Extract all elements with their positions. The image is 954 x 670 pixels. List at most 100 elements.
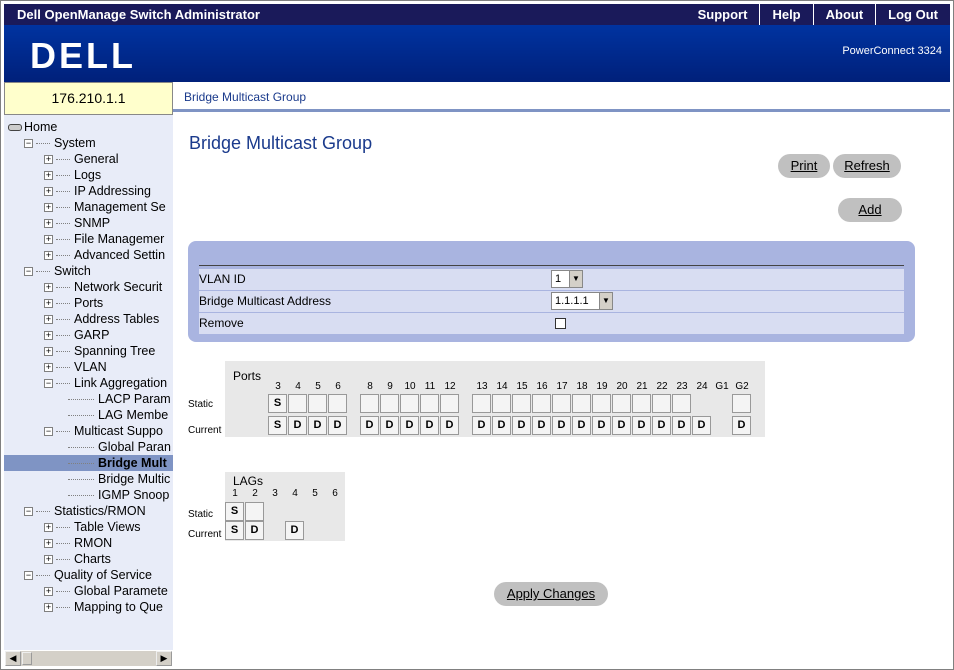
expand-icon[interactable]: + — [44, 603, 53, 613]
remove-checkbox[interactable] — [555, 318, 566, 329]
expand-icon[interactable]: + — [44, 187, 53, 197]
collapse-icon[interactable]: − — [44, 379, 53, 389]
home-icon — [8, 124, 22, 132]
apply-changes-button[interactable]: Apply Changes — [494, 582, 608, 606]
lag-number: 4 — [292, 488, 298, 499]
port-static-cell[interactable] — [512, 394, 531, 413]
port-static-cell[interactable] — [552, 394, 571, 413]
port-static-cell[interactable]: S — [268, 394, 287, 413]
port-static-cell[interactable] — [328, 394, 347, 413]
port-static-cell[interactable] — [288, 394, 307, 413]
expand-icon[interactable]: + — [44, 555, 53, 565]
tree-connector — [56, 207, 70, 209]
expand-icon[interactable]: + — [44, 523, 53, 533]
tree-connector — [56, 543, 70, 545]
port-static-cell[interactable] — [420, 394, 439, 413]
tree-item-label: VLAN — [74, 360, 107, 374]
lag-number: 6 — [332, 488, 338, 499]
expand-icon[interactable]: + — [44, 219, 53, 229]
expand-icon[interactable]: + — [44, 283, 53, 293]
tree-item-label: SNMP — [74, 216, 111, 230]
expand-icon[interactable]: + — [44, 315, 53, 325]
port-number: 24 — [696, 381, 708, 392]
port-static-cell[interactable] — [472, 394, 491, 413]
lag-current-cell: S — [225, 521, 244, 540]
collapse-icon[interactable]: − — [24, 139, 33, 149]
tree-item-label: Bridge Mult — [98, 456, 167, 470]
expand-icon[interactable]: + — [44, 235, 53, 245]
port-static-cell[interactable] — [492, 394, 511, 413]
expand-icon[interactable]: + — [44, 299, 53, 309]
port-current-cell: D — [440, 416, 459, 435]
expand-icon[interactable]: + — [44, 171, 53, 181]
port-current-cell: D — [652, 416, 671, 435]
tree-connector — [36, 271, 50, 273]
expand-icon[interactable]: + — [44, 347, 53, 357]
collapse-icon[interactable]: − — [24, 507, 33, 517]
tree-horizontal-scrollbar[interactable]: ◀ ▶ — [4, 650, 173, 667]
port-number: 14 — [496, 381, 508, 392]
port-static-cell[interactable] — [732, 394, 751, 413]
tree-connector — [56, 239, 70, 241]
dell-logo: DELL — [30, 35, 136, 76]
tree-item[interactable]: Bridge Mult — [4, 455, 173, 471]
scroll-right-icon[interactable]: ▶ — [156, 651, 172, 666]
tree-item-label: Network Securit — [74, 280, 163, 294]
expand-icon[interactable]: + — [44, 587, 53, 597]
port-number: 4 — [295, 381, 301, 392]
tree-connector — [56, 351, 70, 353]
lag-static-cell[interactable] — [245, 502, 264, 521]
expand-icon[interactable]: + — [44, 331, 53, 341]
chevron-down-icon: ▼ — [599, 293, 612, 309]
scroll-left-icon[interactable]: ◀ — [5, 651, 21, 666]
port-number: 15 — [516, 381, 528, 392]
expand-icon[interactable]: + — [44, 539, 53, 549]
scroll-thumb[interactable] — [22, 652, 32, 665]
expand-icon[interactable]: + — [44, 155, 53, 165]
banner: DELL PowerConnect 3324 — [4, 25, 950, 82]
mcast-address-select[interactable]: 1.1.1.1 ▼ — [551, 292, 613, 310]
port-static-cell[interactable] — [652, 394, 671, 413]
port-static-cell[interactable] — [672, 394, 691, 413]
collapse-icon[interactable]: − — [24, 267, 33, 277]
refresh-button[interactable]: Refresh — [833, 154, 901, 178]
port-static-cell[interactable] — [612, 394, 631, 413]
tree-item-label: Multicast Suppo — [74, 424, 163, 438]
lags-title: LAGs — [233, 474, 264, 488]
port-static-cell[interactable] — [632, 394, 651, 413]
port-current-cell: D — [472, 416, 491, 435]
collapse-icon[interactable]: − — [24, 571, 33, 581]
tree-item-label: Advanced Settin — [74, 248, 166, 262]
tree-item-label: General — [74, 152, 119, 166]
support-link[interactable]: Support — [686, 4, 760, 25]
port-static-cell[interactable] — [400, 394, 419, 413]
tree-connector — [36, 511, 50, 513]
expand-icon[interactable]: + — [44, 363, 53, 373]
port-number: 19 — [596, 381, 608, 392]
port-static-cell[interactable] — [532, 394, 551, 413]
print-button[interactable]: Print — [778, 154, 830, 178]
add-button[interactable]: Add — [838, 198, 902, 222]
port-number: 16 — [536, 381, 548, 392]
vlan-select[interactable]: 1 ▼ — [551, 270, 583, 288]
collapse-icon[interactable]: − — [44, 427, 53, 437]
lag-static-cell[interactable]: S — [225, 502, 244, 521]
chevron-down-icon: ▼ — [569, 271, 582, 287]
logout-link[interactable]: Log Out — [875, 4, 950, 25]
port-number: 8 — [367, 381, 373, 392]
port-static-cell[interactable] — [592, 394, 611, 413]
port-number: 20 — [616, 381, 628, 392]
port-static-cell[interactable] — [360, 394, 379, 413]
port-static-cell[interactable] — [380, 394, 399, 413]
help-link[interactable]: Help — [759, 4, 812, 25]
port-static-cell[interactable] — [572, 394, 591, 413]
expand-icon[interactable]: + — [44, 203, 53, 213]
page-title: Bridge Multicast Group — [189, 133, 373, 153]
port-static-cell[interactable] — [308, 394, 327, 413]
port-static-cell[interactable] — [440, 394, 459, 413]
tree-connector — [56, 527, 70, 529]
form-divider — [199, 265, 904, 266]
tree-connector — [68, 495, 94, 497]
expand-icon[interactable]: + — [44, 251, 53, 261]
about-link[interactable]: About — [812, 4, 876, 25]
